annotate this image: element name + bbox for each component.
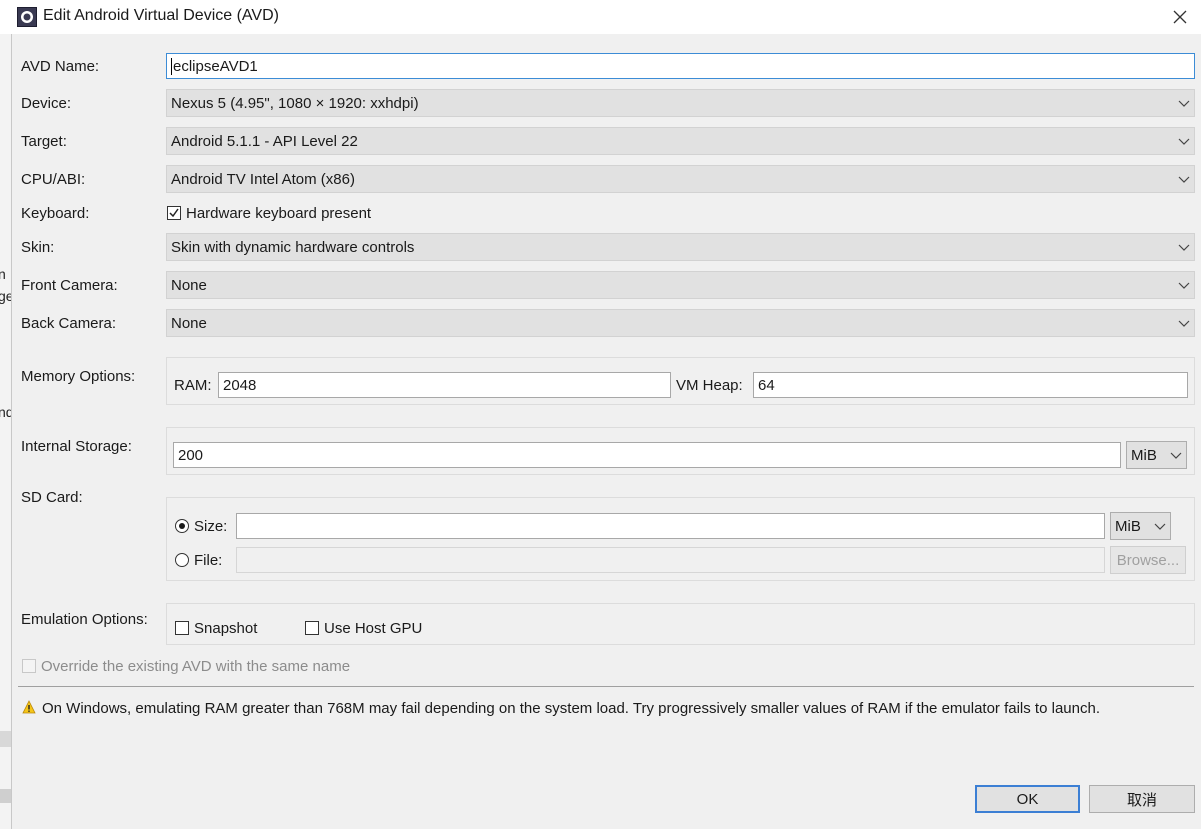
emulation-options-label: Emulation Options: bbox=[21, 611, 148, 628]
internal-storage-input[interactable]: 200 bbox=[173, 442, 1121, 468]
hardware-keyboard-checkbox[interactable] bbox=[167, 206, 181, 220]
override-label: Override the existing AVD with the same … bbox=[41, 658, 351, 675]
browse-button[interactable]: Browse... bbox=[1110, 546, 1186, 574]
cpu-abi-select[interactable]: Android TV Intel Atom (x86) bbox=[166, 165, 1195, 193]
use-host-gpu-label: Use Host GPU bbox=[324, 620, 423, 637]
front-camera-selected-value: None bbox=[171, 276, 207, 294]
ok-button[interactable]: OK bbox=[975, 785, 1080, 813]
internal-storage-unit-select[interactable]: MiB bbox=[1126, 441, 1187, 469]
chevron-down-icon bbox=[1178, 282, 1190, 289]
front-camera-label: Front Camera: bbox=[21, 277, 118, 294]
close-button[interactable] bbox=[1164, 2, 1196, 32]
cpu-abi-selected-value: Android TV Intel Atom (x86) bbox=[171, 170, 355, 188]
background-text-fragment: ge bbox=[0, 288, 11, 304]
ram-input[interactable]: 2048 bbox=[218, 372, 671, 398]
skin-select[interactable]: Skin with dynamic hardware controls bbox=[166, 233, 1195, 261]
vm-heap-value: 64 bbox=[758, 376, 775, 394]
target-selected-value: Android 5.1.1 - API Level 22 bbox=[171, 132, 358, 150]
avd-name-input[interactable]: eclipseAVD1 bbox=[166, 53, 1195, 79]
sd-card-label: SD Card: bbox=[21, 489, 83, 506]
emulation-options-group bbox=[166, 603, 1195, 645]
target-select[interactable]: Android 5.1.1 - API Level 22 bbox=[166, 127, 1195, 155]
window-title: Edit Android Virtual Device (AVD) bbox=[43, 7, 279, 24]
sd-size-radio[interactable] bbox=[175, 519, 189, 533]
use-host-gpu-checkbox[interactable] bbox=[305, 621, 319, 635]
checkmark-icon bbox=[169, 208, 179, 218]
sd-file-radio[interactable] bbox=[175, 553, 189, 567]
front-camera-select[interactable]: None bbox=[166, 271, 1195, 299]
snapshot-label: Snapshot bbox=[194, 620, 258, 637]
chevron-down-icon bbox=[1178, 320, 1190, 327]
chevron-down-icon bbox=[1178, 138, 1190, 145]
target-label: Target: bbox=[21, 133, 67, 150]
skin-selected-value: Skin with dynamic hardware controls bbox=[171, 238, 415, 256]
hardware-keyboard-label: Hardware keyboard present bbox=[186, 205, 372, 222]
back-camera-select[interactable]: None bbox=[166, 309, 1195, 337]
sd-size-unit-select[interactable]: MiB bbox=[1110, 512, 1171, 540]
override-checkbox[interactable] bbox=[22, 659, 36, 673]
vm-heap-label: VM Heap: bbox=[676, 377, 743, 394]
chevron-down-icon bbox=[1154, 523, 1166, 530]
ram-label: RAM: bbox=[174, 377, 212, 394]
warning-message: On Windows, emulating RAM greater than 7… bbox=[42, 700, 1100, 717]
cancel-button-label: 取消 bbox=[1126, 791, 1157, 809]
sd-file-label: File: bbox=[194, 552, 223, 569]
snapshot-checkbox[interactable] bbox=[175, 621, 189, 635]
back-camera-selected-value: None bbox=[171, 314, 207, 332]
chevron-down-icon bbox=[1178, 176, 1190, 183]
app-icon bbox=[17, 7, 37, 27]
background-text-fragment: n bbox=[0, 266, 6, 282]
keyboard-label: Keyboard: bbox=[21, 205, 90, 222]
vm-heap-input[interactable]: 64 bbox=[753, 372, 1188, 398]
warning-icon bbox=[22, 700, 36, 714]
memory-options-label: Memory Options: bbox=[21, 368, 136, 385]
internal-storage-label: Internal Storage: bbox=[21, 438, 132, 455]
sd-size-input[interactable] bbox=[236, 513, 1105, 539]
internal-storage-value: 200 bbox=[178, 446, 204, 464]
ok-button-label: OK bbox=[1016, 790, 1039, 808]
device-label: Device: bbox=[21, 95, 72, 112]
separator bbox=[18, 686, 1194, 687]
sd-size-label: Size: bbox=[194, 518, 228, 535]
chevron-down-icon bbox=[1178, 244, 1190, 251]
avd-name-label: AVD Name: bbox=[21, 58, 100, 75]
back-camera-label: Back Camera: bbox=[21, 315, 117, 332]
browse-button-label: Browse... bbox=[1116, 551, 1180, 569]
avd-name-value: eclipseAVD1 bbox=[171, 57, 258, 75]
cpu-abi-label: CPU/ABI: bbox=[21, 171, 86, 188]
background-window-edge: n ge nd bbox=[0, 34, 12, 829]
background-text-fragment: nd bbox=[0, 404, 11, 420]
sd-file-input[interactable] bbox=[236, 547, 1105, 573]
internal-storage-unit-value: MiB bbox=[1131, 446, 1157, 464]
chevron-down-icon bbox=[1170, 452, 1182, 459]
device-select[interactable]: Nexus 5 (4.95", 1080 × 1920: xxhdpi) bbox=[166, 89, 1195, 117]
ram-value: 2048 bbox=[223, 376, 257, 394]
chevron-down-icon bbox=[1178, 100, 1190, 107]
device-selected-value: Nexus 5 (4.95", 1080 × 1920: xxhdpi) bbox=[171, 94, 419, 112]
close-icon bbox=[1173, 10, 1187, 24]
sd-size-unit-value: MiB bbox=[1115, 517, 1141, 535]
skin-label: Skin: bbox=[21, 239, 55, 256]
cancel-button[interactable]: 取消 bbox=[1089, 785, 1195, 813]
